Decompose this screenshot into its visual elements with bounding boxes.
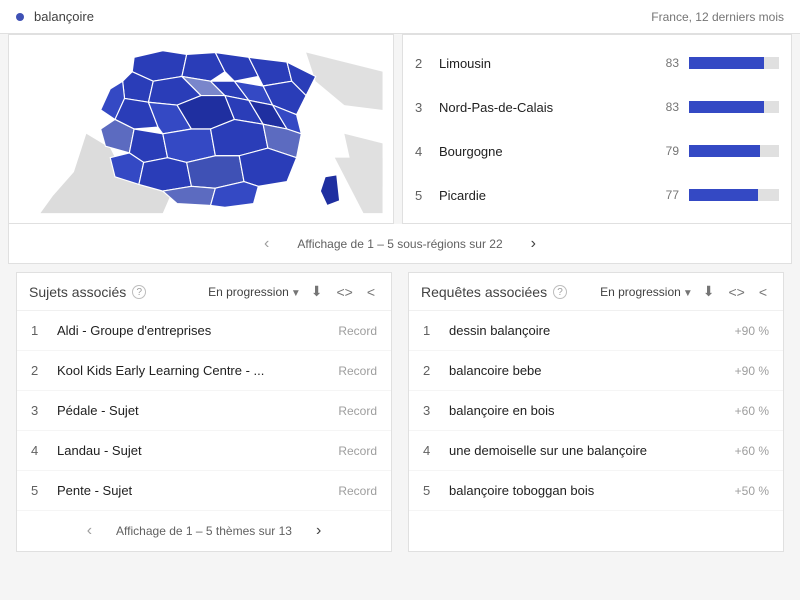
panel-title: Requêtes associées <box>421 284 547 300</box>
search-term: balançoire <box>34 9 94 24</box>
region-row[interactable]: 4 Bourgogne 79 <box>415 132 779 170</box>
embed-icon[interactable]: <> <box>332 284 356 300</box>
related-queries-panel: Requêtes associées ? En progression▼ ⬇ <… <box>408 272 784 552</box>
region-value: 83 <box>657 56 679 70</box>
region-row[interactable]: 5 Picardie 77 <box>415 176 779 214</box>
pager-text: Affichage de 1 – 5 sous-régions sur 22 <box>297 237 502 251</box>
pager-text: Affichage de 1 – 5 thèmes sur 13 <box>116 524 292 538</box>
item-metric: Record <box>338 324 377 338</box>
item-label: Pente - Sujet <box>47 483 338 498</box>
item-metric: +60 % <box>735 444 769 458</box>
region-name: Nord-Pas-de-Calais <box>439 100 647 115</box>
list-item[interactable]: 3 Pédale - Sujet Record <box>17 391 391 431</box>
region-value: 79 <box>657 144 679 158</box>
related-topics-panel: Sujets associés ? En progression▼ ⬇ <> <… <box>16 272 392 552</box>
rank: 1 <box>423 323 439 338</box>
list-item[interactable]: 3 balançoire en bois +60 % <box>409 391 783 431</box>
rank: 4 <box>31 443 47 458</box>
rank: 5 <box>415 188 429 203</box>
item-label: Pédale - Sujet <box>47 403 338 418</box>
rank: 4 <box>423 443 439 458</box>
list-item[interactable]: 2 balancoire bebe +90 % <box>409 351 783 391</box>
rank: 4 <box>415 144 429 159</box>
help-icon[interactable]: ? <box>132 285 146 299</box>
item-metric: Record <box>338 364 377 378</box>
region-row[interactable]: 2 Limousin 83 <box>415 44 779 82</box>
rank: 3 <box>423 403 439 418</box>
item-metric: Record <box>338 444 377 458</box>
region-name: Limousin <box>439 56 647 71</box>
item-metric: +90 % <box>735 324 769 338</box>
download-icon[interactable]: ⬇ <box>307 283 327 300</box>
rank: 3 <box>31 403 47 418</box>
rank: 3 <box>415 100 429 115</box>
chevron-left-icon[interactable]: ‹ <box>79 518 100 544</box>
item-metric: Record <box>338 404 377 418</box>
list-item[interactable]: 5 balançoire toboggan bois +50 % <box>409 471 783 511</box>
chevron-left-icon[interactable]: ‹ <box>256 231 277 257</box>
france-map-icon[interactable] <box>19 43 383 215</box>
embed-icon[interactable]: <> <box>724 284 748 300</box>
list-item[interactable]: 1 dessin balançoire +90 % <box>409 311 783 351</box>
map-card <box>8 34 394 224</box>
filter-dropdown[interactable]: En progression▼ <box>600 285 693 299</box>
list-item[interactable]: 4 Landau - Sujet Record <box>17 431 391 471</box>
value-bar <box>689 145 779 157</box>
filter-dropdown[interactable]: En progression▼ <box>208 285 301 299</box>
queries-pager <box>409 511 783 551</box>
region-value: 83 <box>657 100 679 114</box>
topics-pager: ‹ Affichage de 1 – 5 thèmes sur 13 › <box>17 511 391 551</box>
rank: 2 <box>415 56 429 71</box>
item-label: dessin balançoire <box>439 323 735 338</box>
value-bar <box>689 101 779 113</box>
download-icon[interactable]: ⬇ <box>699 283 719 300</box>
item-label: Aldi - Groupe d'entreprises <box>47 323 338 338</box>
item-metric: +60 % <box>735 404 769 418</box>
region-list: 2 Limousin 83 3 Nord-Pas-de-Calais 83 4 … <box>402 34 792 224</box>
item-label: balançoire toboggan bois <box>439 483 735 498</box>
item-label: une demoiselle sur une balançoire <box>439 443 735 458</box>
series-dot-icon <box>16 13 24 21</box>
region-name: Bourgogne <box>439 144 647 159</box>
value-bar <box>689 57 779 69</box>
chevron-right-icon[interactable]: › <box>308 518 329 544</box>
region-row[interactable]: 3 Nord-Pas-de-Calais 83 <box>415 88 779 126</box>
rank: 2 <box>31 363 47 378</box>
list-item[interactable]: 4 une demoiselle sur une balançoire +60 … <box>409 431 783 471</box>
panel-title: Sujets associés <box>29 284 126 300</box>
item-label: Kool Kids Early Learning Centre - ... <box>47 363 338 378</box>
item-label: balancoire bebe <box>439 363 735 378</box>
rank: 5 <box>423 483 439 498</box>
panel-header: Sujets associés ? En progression▼ ⬇ <> < <box>17 273 391 311</box>
list-item[interactable]: 1 Aldi - Groupe d'entreprises Record <box>17 311 391 351</box>
item-metric: +50 % <box>735 484 769 498</box>
topbar: balançoire France, 12 derniers mois <box>0 0 800 34</box>
item-label: balançoire en bois <box>439 403 735 418</box>
item-label: Landau - Sujet <box>47 443 338 458</box>
item-metric: Record <box>338 484 377 498</box>
share-icon[interactable]: < <box>755 284 771 300</box>
scope-label: France, 12 derniers mois <box>651 10 784 24</box>
region-value: 77 <box>657 188 679 202</box>
rank: 1 <box>31 323 47 338</box>
item-metric: +90 % <box>735 364 769 378</box>
list-item[interactable]: 5 Pente - Sujet Record <box>17 471 391 511</box>
rank: 2 <box>423 363 439 378</box>
help-icon[interactable]: ? <box>553 285 567 299</box>
list-item[interactable]: 2 Kool Kids Early Learning Centre - ... … <box>17 351 391 391</box>
rank: 5 <box>31 483 47 498</box>
region-name: Picardie <box>439 188 647 203</box>
share-icon[interactable]: < <box>363 284 379 300</box>
value-bar <box>689 189 779 201</box>
panel-header: Requêtes associées ? En progression▼ ⬇ <… <box>409 273 783 311</box>
chevron-right-icon[interactable]: › <box>523 231 544 257</box>
region-pager: ‹ Affichage de 1 – 5 sous-régions sur 22… <box>8 224 792 264</box>
